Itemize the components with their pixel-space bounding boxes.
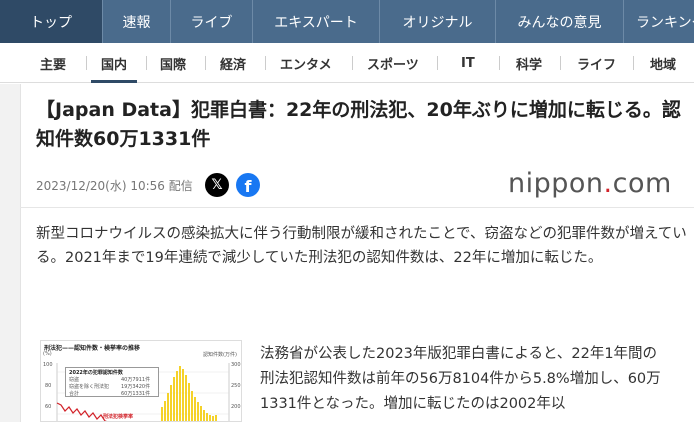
tick-label: 100 [43, 362, 53, 368]
nav-tab-label: ランキング [636, 14, 694, 31]
nav-tab-label: 速報 [122, 14, 151, 31]
share-facebook-button[interactable]: f [236, 173, 260, 197]
chart-bar [176, 371, 178, 421]
source-logo[interactable]: nippon.com [508, 168, 672, 199]
category-label: 経済 [220, 57, 247, 73]
article-body: 法務省が公表した2023年版犯罪白書によると、22年1年間の刑法犯認知件数は前年… [260, 346, 661, 412]
category-label: スポーツ [367, 57, 419, 73]
legend-name: 窃盗 [69, 377, 80, 383]
category-tab-sports[interactable]: スポーツ [367, 43, 419, 83]
category-tab-main[interactable]: 主要 [40, 43, 66, 83]
figure-legend: 2022年の犯罪認知件数 窃盗 40万7911件 窃盗を除く刑法犯 19万342… [65, 367, 159, 397]
chart-bars [161, 366, 217, 421]
divider [20, 207, 694, 208]
category-label: 国内 [101, 57, 128, 73]
axis-label-right: 認知件数(万件) [203, 352, 237, 358]
chart-bar [191, 391, 193, 421]
top-navigation: トップ 速報 ライブ エキスパート オリジナル みんなの意見 ランキング [0, 0, 694, 43]
nav-tab-ranking[interactable]: ランキング [624, 0, 694, 43]
category-tab-life[interactable]: ライフ [577, 43, 616, 83]
legend-value: 40万7911件 [121, 377, 151, 383]
article-figure[interactable]: 刑法犯——認知件数・検挙率の推移 (%) 認知件数(万件) 100 80 60 … [40, 340, 242, 422]
category-label: ライフ [577, 57, 617, 73]
chart-bar [206, 413, 208, 421]
tick-label: 300 [231, 362, 241, 368]
legend-value: 60万1331件 [121, 391, 151, 397]
category-tab-international[interactable]: 国際 [160, 43, 186, 83]
nav-tab-label: エキスパート [274, 14, 358, 31]
divider [499, 56, 500, 70]
nav-tab-opinions[interactable]: みんなの意見 [496, 0, 624, 43]
nav-tab-label: ライブ [190, 14, 233, 31]
divider [560, 56, 561, 70]
tick-label: 200 [231, 404, 241, 410]
tick-label: 250 [231, 383, 241, 389]
legend-value: 19万3420件 [121, 384, 151, 390]
divider [352, 56, 353, 70]
category-navigation: 主要 国内 国際 経済 エンタメ スポーツ IT 科学 ライフ 地域 [0, 43, 694, 83]
facebook-logo-icon: f [244, 177, 252, 196]
chart-bar [161, 407, 163, 421]
chart-bar [182, 369, 184, 421]
legend-name: 合計 [69, 391, 80, 397]
axis-label-left: (%) [43, 351, 52, 357]
category-label: IT [461, 55, 475, 71]
category-tab-it[interactable]: IT [461, 43, 475, 83]
chart-bar [170, 385, 172, 421]
nav-tab-label: トップ [30, 14, 72, 31]
share-x-button[interactable]: 𝕏 [205, 173, 229, 197]
divider [437, 56, 438, 70]
chart-bar [209, 415, 211, 421]
chart-bar [173, 377, 175, 421]
legend-name: 窃盗を除く刑法犯 [69, 384, 110, 390]
divider [86, 56, 87, 70]
publish-date: 2023/12/20(水) 10:56 配信 [36, 179, 193, 193]
x-logo-icon: 𝕏 [211, 177, 223, 193]
category-tab-entertainment[interactable]: エンタメ [280, 43, 332, 83]
nav-tab-top[interactable]: トップ [0, 0, 103, 43]
chart-annotation: 刑法犯検挙率 [103, 414, 134, 420]
figure-title: 刑法犯——認知件数・検挙率の推移 [44, 345, 141, 352]
chart-bar [185, 375, 187, 421]
article-title: 【Japan Data】犯罪白書：22年の刑法犯、20年ぶりに増加に転じる。認知… [36, 99, 681, 150]
nav-tab-breaking[interactable]: 速報 [103, 0, 171, 43]
chart-bar [203, 410, 205, 421]
category-label: 主要 [40, 57, 67, 73]
chart-bar [167, 393, 169, 421]
category-tab-region[interactable]: 地域 [650, 43, 676, 83]
divider [146, 56, 147, 70]
nav-tab-label: オリジナル [402, 14, 473, 31]
article-lead: 新型コロナウイルスの感染拡大に伴う行動制限が緩和されたことで、窃盗などの犯罪件数… [36, 226, 687, 266]
divider [265, 56, 266, 70]
chart-bar [164, 401, 166, 421]
chart-bar [194, 397, 196, 421]
legend-title: 2022年の犯罪認知件数 [69, 370, 123, 376]
category-label: 地域 [650, 57, 677, 73]
nav-tab-original[interactable]: オリジナル [380, 0, 496, 43]
chart-bar [215, 415, 217, 421]
category-tab-economy[interactable]: 経済 [220, 43, 246, 83]
category-tab-domestic[interactable]: 国内 [90, 43, 138, 83]
tick-label: 80 [45, 383, 52, 389]
chart-bar [197, 402, 199, 421]
nav-tab-label: みんなの意見 [517, 14, 602, 31]
category-label: 科学 [516, 57, 543, 73]
nav-tab-expert[interactable]: エキスパート [253, 0, 380, 43]
divider [633, 56, 634, 70]
category-label: エンタメ [280, 57, 332, 73]
divider [205, 56, 206, 70]
category-label: 国際 [160, 57, 187, 73]
chart-bar [212, 416, 214, 421]
chart-bar [188, 383, 190, 421]
chart-bar [200, 406, 202, 421]
nav-tab-live[interactable]: ライブ [171, 0, 253, 43]
category-tab-science[interactable]: 科学 [516, 43, 542, 83]
tick-label: 60 [45, 404, 52, 410]
chart-bar [179, 366, 181, 421]
